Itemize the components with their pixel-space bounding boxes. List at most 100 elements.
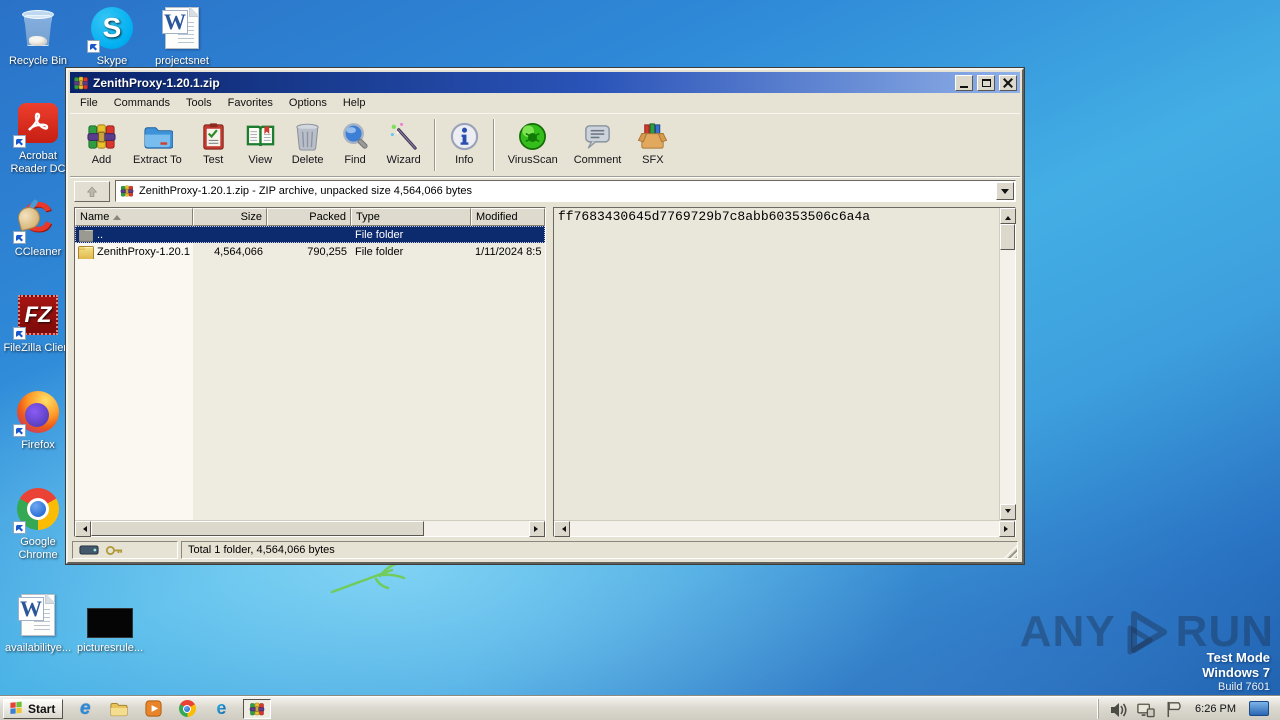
- wallpaper-grass: [330, 562, 406, 594]
- winrar-app-icon: [73, 76, 89, 89]
- desktop-icon-firefox[interactable]: Firefox: [2, 389, 74, 452]
- column-header-modified[interactable]: Modified: [471, 208, 545, 226]
- arrow-right-icon: [1003, 526, 1011, 532]
- shortcut-arrow-icon: [13, 327, 26, 340]
- firefox-icon: [13, 389, 61, 437]
- status-total-text: Total 1 folder, 4,564,066 bytes: [188, 544, 335, 556]
- arrow-down-icon: [1005, 508, 1011, 516]
- comment-button[interactable]: Comment: [566, 117, 630, 169]
- archive-comment-text: ff7683430645d7769729b7c8abb60353506c6a4a: [558, 209, 871, 224]
- desktop-icon-skype[interactable]: S Skype: [76, 5, 148, 68]
- menu-favorites[interactable]: Favorites: [220, 95, 281, 111]
- arrow-left-icon: [80, 526, 87, 532]
- winrar-taskbar-button[interactable]: [243, 698, 272, 719]
- address-text: ZenithProxy-1.20.1.zip - ZIP archive, un…: [139, 185, 473, 197]
- desktop-icon-label: picturesrule...: [76, 642, 144, 654]
- column-header-type[interactable]: Type: [351, 208, 471, 226]
- virusscan-button[interactable]: VirusScan: [500, 117, 566, 169]
- add-button[interactable]: Add: [78, 117, 125, 169]
- address-combobox[interactable]: ZenithProxy-1.20.1.zip - ZIP archive, un…: [115, 180, 1016, 202]
- menu-options[interactable]: Options: [281, 95, 335, 111]
- desktop-icon-filezilla[interactable]: FZ FileZilla Client: [2, 292, 74, 355]
- list-horizontal-scrollbar[interactable]: [75, 520, 545, 537]
- volume-icon[interactable]: [1109, 700, 1127, 718]
- comment-vertical-scrollbar[interactable]: [999, 208, 1016, 520]
- scroll-left-button[interactable]: [554, 521, 570, 537]
- windows-explorer-icon[interactable]: [109, 699, 129, 719]
- info-icon: [450, 122, 478, 151]
- desktop-icon-projectsnet[interactable]: W projectsnet: [146, 5, 218, 68]
- shortcut-arrow-icon: [87, 40, 100, 53]
- start-button[interactable]: Start: [3, 698, 64, 719]
- address-dropdown-button[interactable]: [996, 182, 1014, 200]
- desktop-icon-ccleaner[interactable]: C CCleaner: [2, 195, 74, 259]
- status-text-panel: Total 1 folder, 4,564,066 bytes: [181, 541, 1018, 559]
- action-center-flag-icon[interactable]: [1164, 700, 1182, 718]
- comment-pane: ff7683430645d7769729b7c8abb60353506c6a4a: [553, 207, 1016, 537]
- taskbar: Start e e 6:26 PM: [0, 696, 1280, 720]
- find-button[interactable]: Find: [332, 117, 379, 169]
- chrome-taskbar-icon[interactable]: [177, 699, 197, 719]
- delete-trash-icon: [296, 123, 319, 151]
- desktop-icon-picturesrule[interactable]: picturesrule...: [74, 592, 146, 655]
- scrollbar-track[interactable]: [1000, 224, 1015, 504]
- network-icon[interactable]: [1136, 700, 1155, 718]
- show-desktop-button[interactable]: [1249, 701, 1269, 716]
- info-button[interactable]: Info: [441, 117, 488, 169]
- scroll-left-button[interactable]: [75, 521, 91, 537]
- toolbar-separator: [492, 119, 495, 171]
- resize-grip[interactable]: [1004, 545, 1017, 558]
- desktop-icon-acrobat[interactable]: Acrobat Reader DC: [2, 100, 74, 176]
- scrollbar-track[interactable]: [91, 521, 529, 536]
- word-document-icon: W: [15, 592, 61, 638]
- watermark-os: Windows 7: [1202, 665, 1270, 680]
- menu-bar: File Commands Tools Favorites Options He…: [70, 93, 1020, 113]
- maximize-button[interactable]: [977, 74, 995, 91]
- view-button[interactable]: View: [237, 117, 284, 169]
- taskbar-clock[interactable]: 6:26 PM: [1191, 703, 1240, 715]
- minimize-button[interactable]: [955, 74, 973, 91]
- menu-file[interactable]: File: [72, 95, 106, 111]
- media-player-icon[interactable]: [143, 699, 163, 719]
- desktop-icon-chrome[interactable]: Google Chrome: [2, 486, 74, 562]
- toolbar: Add Extract To Test View Delete Find Wiz…: [70, 113, 1020, 177]
- menu-help[interactable]: Help: [335, 95, 374, 111]
- table-row-zenithproxy[interactable]: ZenithProxy-1.20.1 4,564,066 790,255 Fil…: [75, 243, 545, 260]
- image-thumbnail-icon: [87, 592, 133, 638]
- desktop-icon-availability-doc[interactable]: W availabilitye...: [2, 592, 74, 655]
- table-row-parent-dir[interactable]: .. File folder: [75, 226, 545, 243]
- column-header-packed[interactable]: Packed: [267, 208, 351, 226]
- view-book-icon: [246, 125, 274, 147]
- up-one-level-button[interactable]: [74, 180, 110, 202]
- sfx-button[interactable]: SFX: [629, 117, 676, 169]
- scroll-right-button[interactable]: [529, 521, 545, 537]
- sfx-box-icon: [638, 123, 668, 149]
- desktop-icon-label: Firefox: [21, 439, 55, 451]
- column-header-name[interactable]: Name: [75, 208, 193, 226]
- up-arrow-icon: [87, 186, 97, 197]
- internet-explorer-icon[interactable]: e: [75, 698, 95, 719]
- arrow-right-icon: [533, 526, 541, 532]
- scrollbar-thumb[interactable]: [1000, 224, 1015, 250]
- title-bar[interactable]: ZenithProxy-1.20.1.zip: [70, 72, 1020, 93]
- wizard-wand-icon: [389, 121, 417, 150]
- desktop-icon-recycle-bin[interactable]: Recycle Bin: [2, 5, 74, 68]
- wizard-button[interactable]: Wizard: [379, 117, 429, 169]
- scroll-up-button[interactable]: [1000, 208, 1016, 224]
- menu-commands[interactable]: Commands: [106, 95, 178, 111]
- delete-button[interactable]: Delete: [284, 117, 332, 169]
- close-button[interactable]: [999, 74, 1017, 91]
- column-header-size[interactable]: Size: [193, 208, 267, 226]
- extract-to-button[interactable]: Extract To: [125, 117, 190, 169]
- scrollbar-thumb[interactable]: [91, 521, 424, 536]
- scrollbar-track[interactable]: [570, 521, 999, 536]
- recycle-bin-icon: [15, 5, 61, 51]
- window-title: ZenithProxy-1.20.1.zip: [93, 75, 220, 90]
- edge-taskbar-icon[interactable]: e: [211, 698, 231, 719]
- desktop-icon-label: availabilitye...: [4, 642, 72, 654]
- test-button[interactable]: Test: [190, 117, 237, 169]
- menu-tools[interactable]: Tools: [178, 95, 220, 111]
- scroll-down-button[interactable]: [1000, 504, 1016, 520]
- scroll-right-button[interactable]: [999, 521, 1015, 537]
- comment-horizontal-scrollbar[interactable]: [554, 520, 1015, 537]
